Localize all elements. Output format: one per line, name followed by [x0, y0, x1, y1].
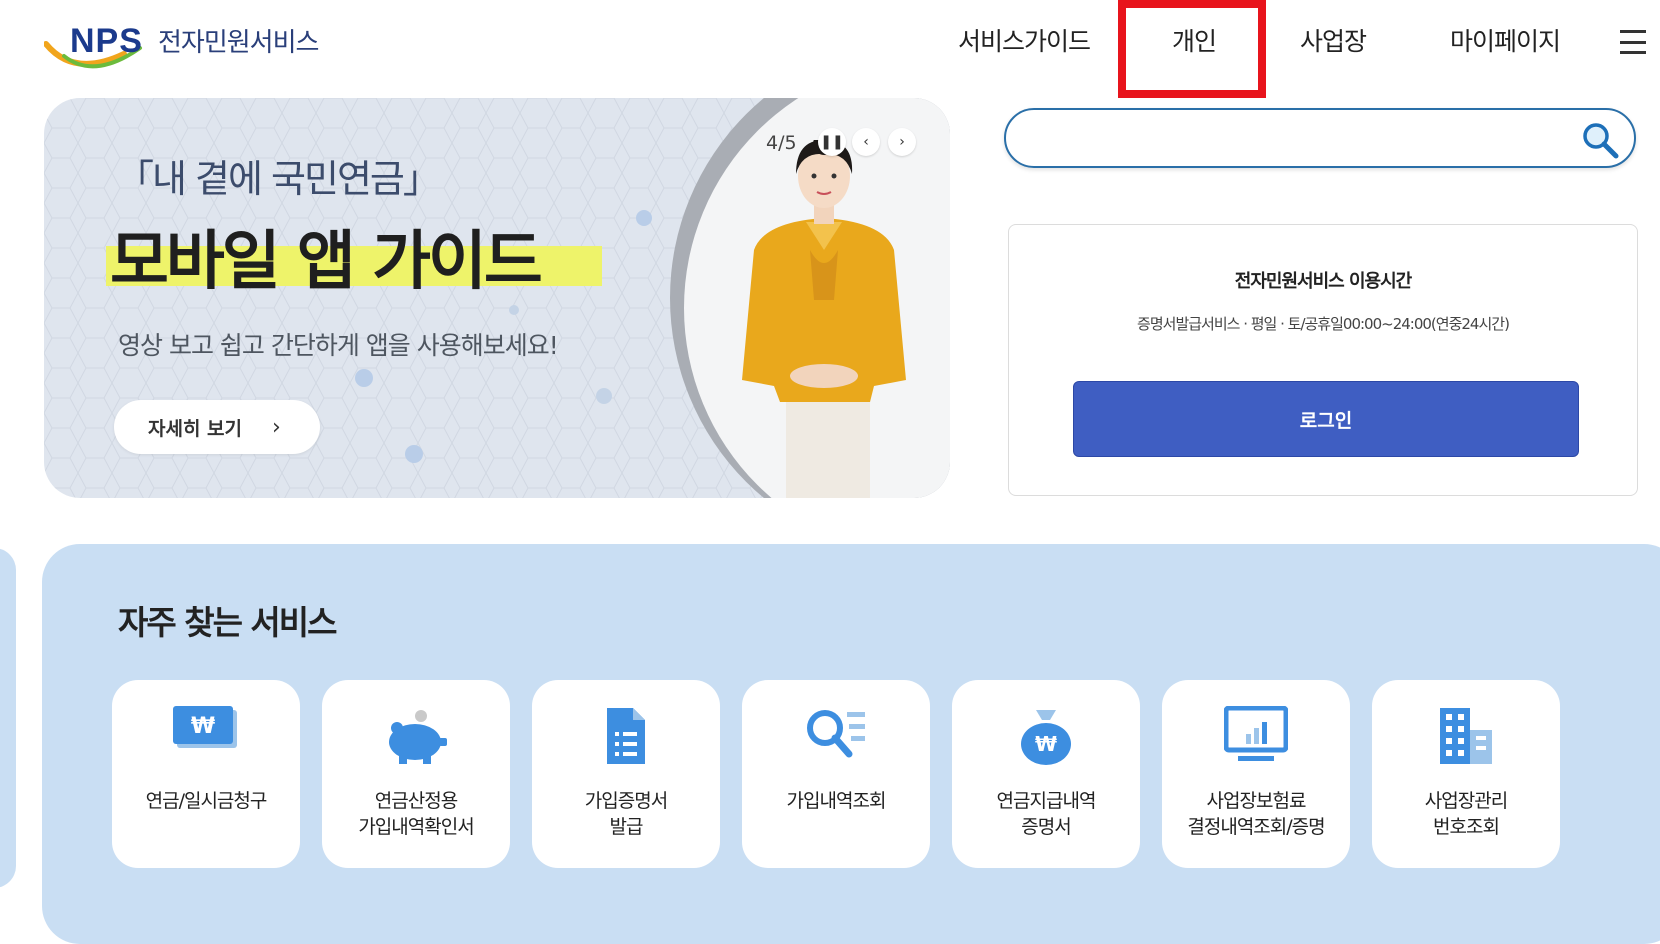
logo-text: NPS: [70, 22, 143, 60]
banner-subtitle: 「내 곁에 국민연금」: [116, 157, 441, 201]
won-card-icon: ₩: [173, 706, 237, 748]
login-button[interactable]: 로그인: [1073, 381, 1579, 457]
service-card-payment-cert[interactable]: ₩ 연금지급내역 증명서: [952, 680, 1140, 868]
nav-mypage[interactable]: 마이페이지: [1450, 22, 1561, 58]
service-hours-title: 전자민원서비스 이용시간: [1234, 271, 1412, 292]
chevron-right-icon: ›: [272, 414, 281, 440]
service-card-workplace-number[interactable]: 사업장관리 번호조회: [1372, 680, 1560, 868]
service-card-label: 연금/일시금청구: [145, 790, 268, 812]
magnifier-list-icon: [807, 710, 865, 758]
search-input[interactable]: [1030, 122, 1574, 158]
next-slide-icon[interactable]: ›: [888, 128, 916, 156]
document-icon: [607, 708, 645, 764]
banner-detail-label: 자세히 보기: [148, 417, 243, 440]
nav-business[interactable]: 사업장: [1300, 22, 1367, 58]
nav-personal-highlight: [1118, 0, 1266, 98]
presenter-illustration: [742, 140, 906, 498]
service-card-label: 연금산정용 가입내역확인서: [358, 790, 474, 838]
search-icon[interactable]: [1580, 120, 1620, 160]
banner-detail-button[interactable]: 자세히 보기 ›: [114, 400, 320, 454]
service-title: 전자민원서비스: [158, 28, 319, 58]
monitor-chart-icon: [1224, 706, 1288, 761]
service-card-label: 사업장보험료 결정내역조회/증명: [1187, 790, 1325, 838]
service-hours-detail: 증명서발급서비스 · 평일 · 토/공휴일00:00~24:00(연중24시간): [1137, 315, 1510, 333]
building-icon: [1440, 708, 1492, 764]
service-card-label: 가입증명서 발급: [584, 790, 668, 838]
banner-description: 영상 보고 쉽고 간단하게 앱을 사용해보세요!: [118, 331, 559, 360]
banner-title: 모바일 앱 가이드: [110, 225, 543, 299]
service-card-label: 가입내역조회: [786, 790, 887, 812]
piggy-bank-icon: [389, 710, 447, 764]
service-card-workplace-premium[interactable]: 사업장보험료 결정내역조회/증명: [1162, 680, 1350, 868]
main-banner[interactable]: 「내 곁에 국민연금」 모바일 앱 가이드 영상 보고 쉽고 간단하게 앱을 사…: [44, 98, 950, 498]
service-card-pension-calc-record[interactable]: 연금산정용 가입내역확인서: [322, 680, 510, 868]
hamburger-icon[interactable]: [1620, 30, 1646, 54]
frequent-services-heading: 자주 찾는 서비스: [118, 603, 337, 642]
search-box[interactable]: [1004, 108, 1636, 168]
svg-text:₩: ₩: [1035, 732, 1057, 756]
frequent-services-section: 자주 찾는 서비스 ₩ 연금/일시금청구 연금산정용 가입내역확인서 가입증명서…: [42, 544, 1660, 944]
nps-logo[interactable]: NPS 전자민원서비스: [44, 20, 344, 80]
service-hours-card: 전자민원서비스 이용시간 증명서발급서비스 · 평일 · 토/공휴일00:00~…: [1008, 224, 1638, 496]
service-card-enrollment-lookup[interactable]: 가입내역조회: [742, 680, 930, 868]
svg-text:₩: ₩: [191, 714, 215, 739]
nav-service-guide[interactable]: 서비스가이드: [958, 22, 1091, 58]
pause-icon[interactable]: ❚❚: [818, 128, 846, 156]
banner-page-indicator: 4/5: [766, 132, 797, 154]
prev-slide-icon[interactable]: ‹: [852, 128, 880, 156]
side-decoration: [0, 548, 16, 888]
service-card-label: 연금지급내역 증명서: [996, 790, 1097, 838]
money-bag-icon: ₩: [1021, 710, 1071, 765]
service-card-label: 사업장관리 번호조회: [1424, 790, 1508, 838]
service-card-enrollment-cert[interactable]: 가입증명서 발급: [532, 680, 720, 868]
service-card-pension-claim[interactable]: ₩ 연금/일시금청구: [112, 680, 300, 868]
